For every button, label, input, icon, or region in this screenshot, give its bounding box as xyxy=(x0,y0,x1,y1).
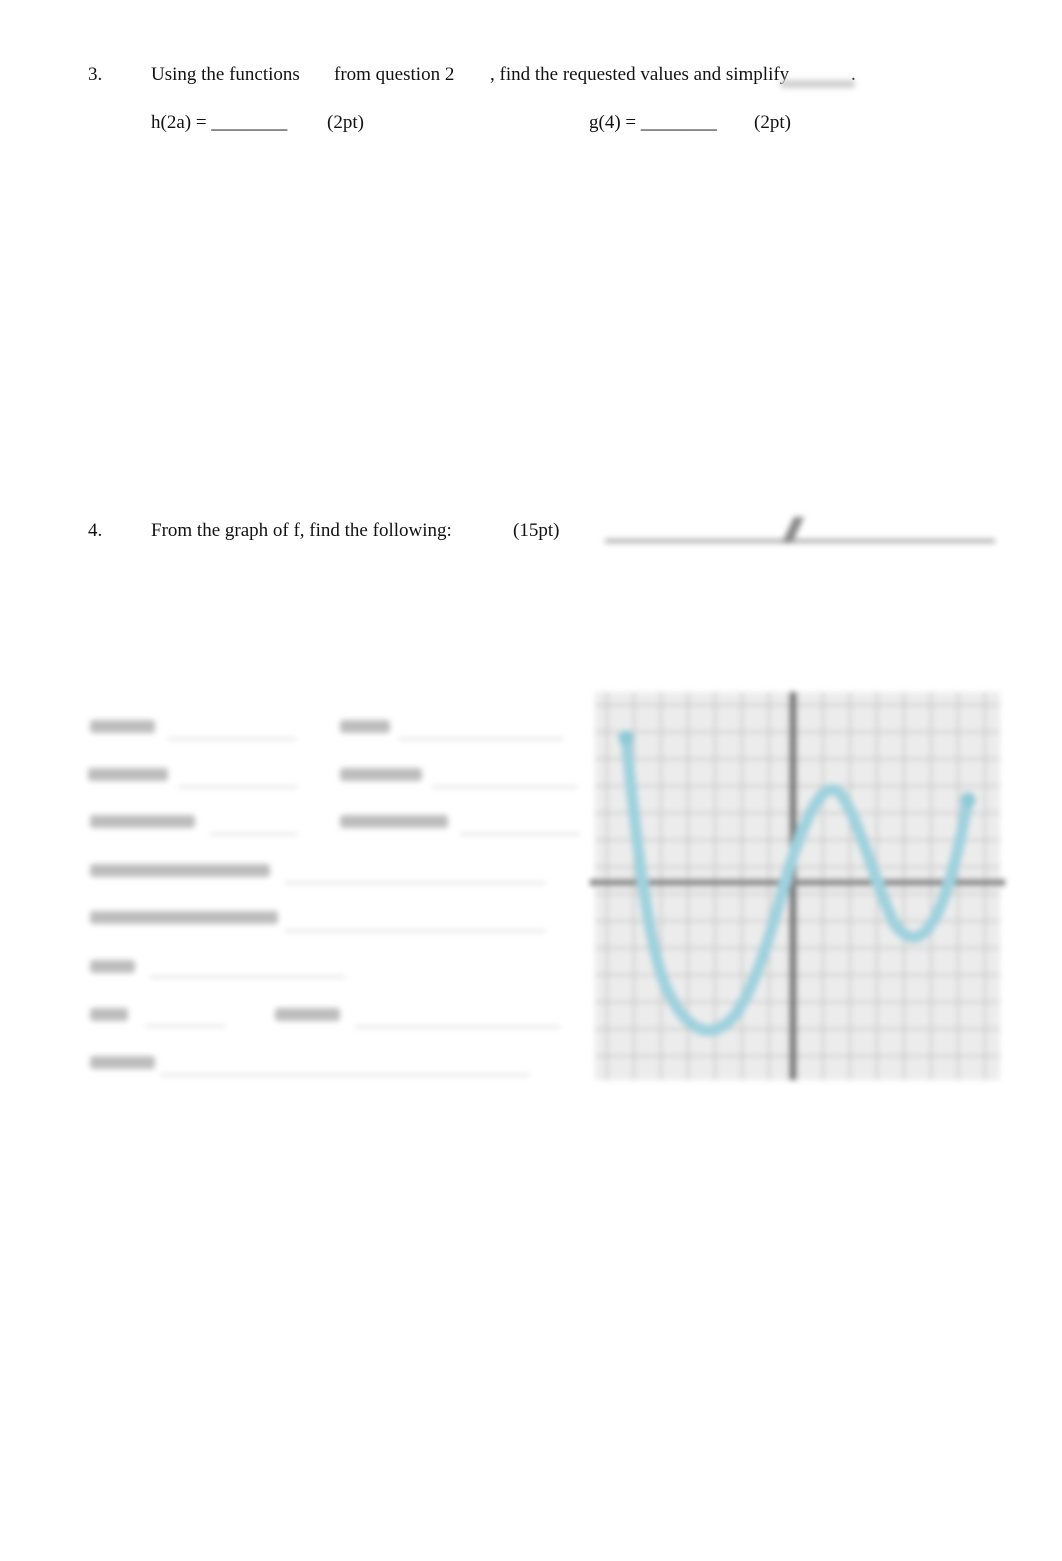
g-4-prompt: g(4) = ________ xyxy=(589,112,717,133)
blurred-smudge xyxy=(780,80,855,90)
h-2a-prompt: h(2a) = ________ xyxy=(151,112,288,133)
question-3-text-1: Using the functions xyxy=(151,64,300,85)
question-4-text: From the graph of f, find the following: xyxy=(151,520,452,541)
question-3-number: 3. xyxy=(88,64,103,85)
blurred-answer-form xyxy=(80,700,590,1090)
question-4-number: 4. xyxy=(88,520,103,541)
h-2a-points: (2pt) xyxy=(327,112,364,133)
question-3-text-2: from question 2 xyxy=(334,64,455,85)
function-graph xyxy=(590,692,1005,1080)
question-3-text-3: , find the requested values and simplify xyxy=(490,64,790,85)
blurred-graph-top xyxy=(595,505,1005,545)
g-4-points: (2pt) xyxy=(754,112,791,133)
curve-endpoint-left xyxy=(618,730,634,746)
question-4-points: (15pt) xyxy=(513,520,560,541)
curve-endpoint-right xyxy=(960,792,976,808)
